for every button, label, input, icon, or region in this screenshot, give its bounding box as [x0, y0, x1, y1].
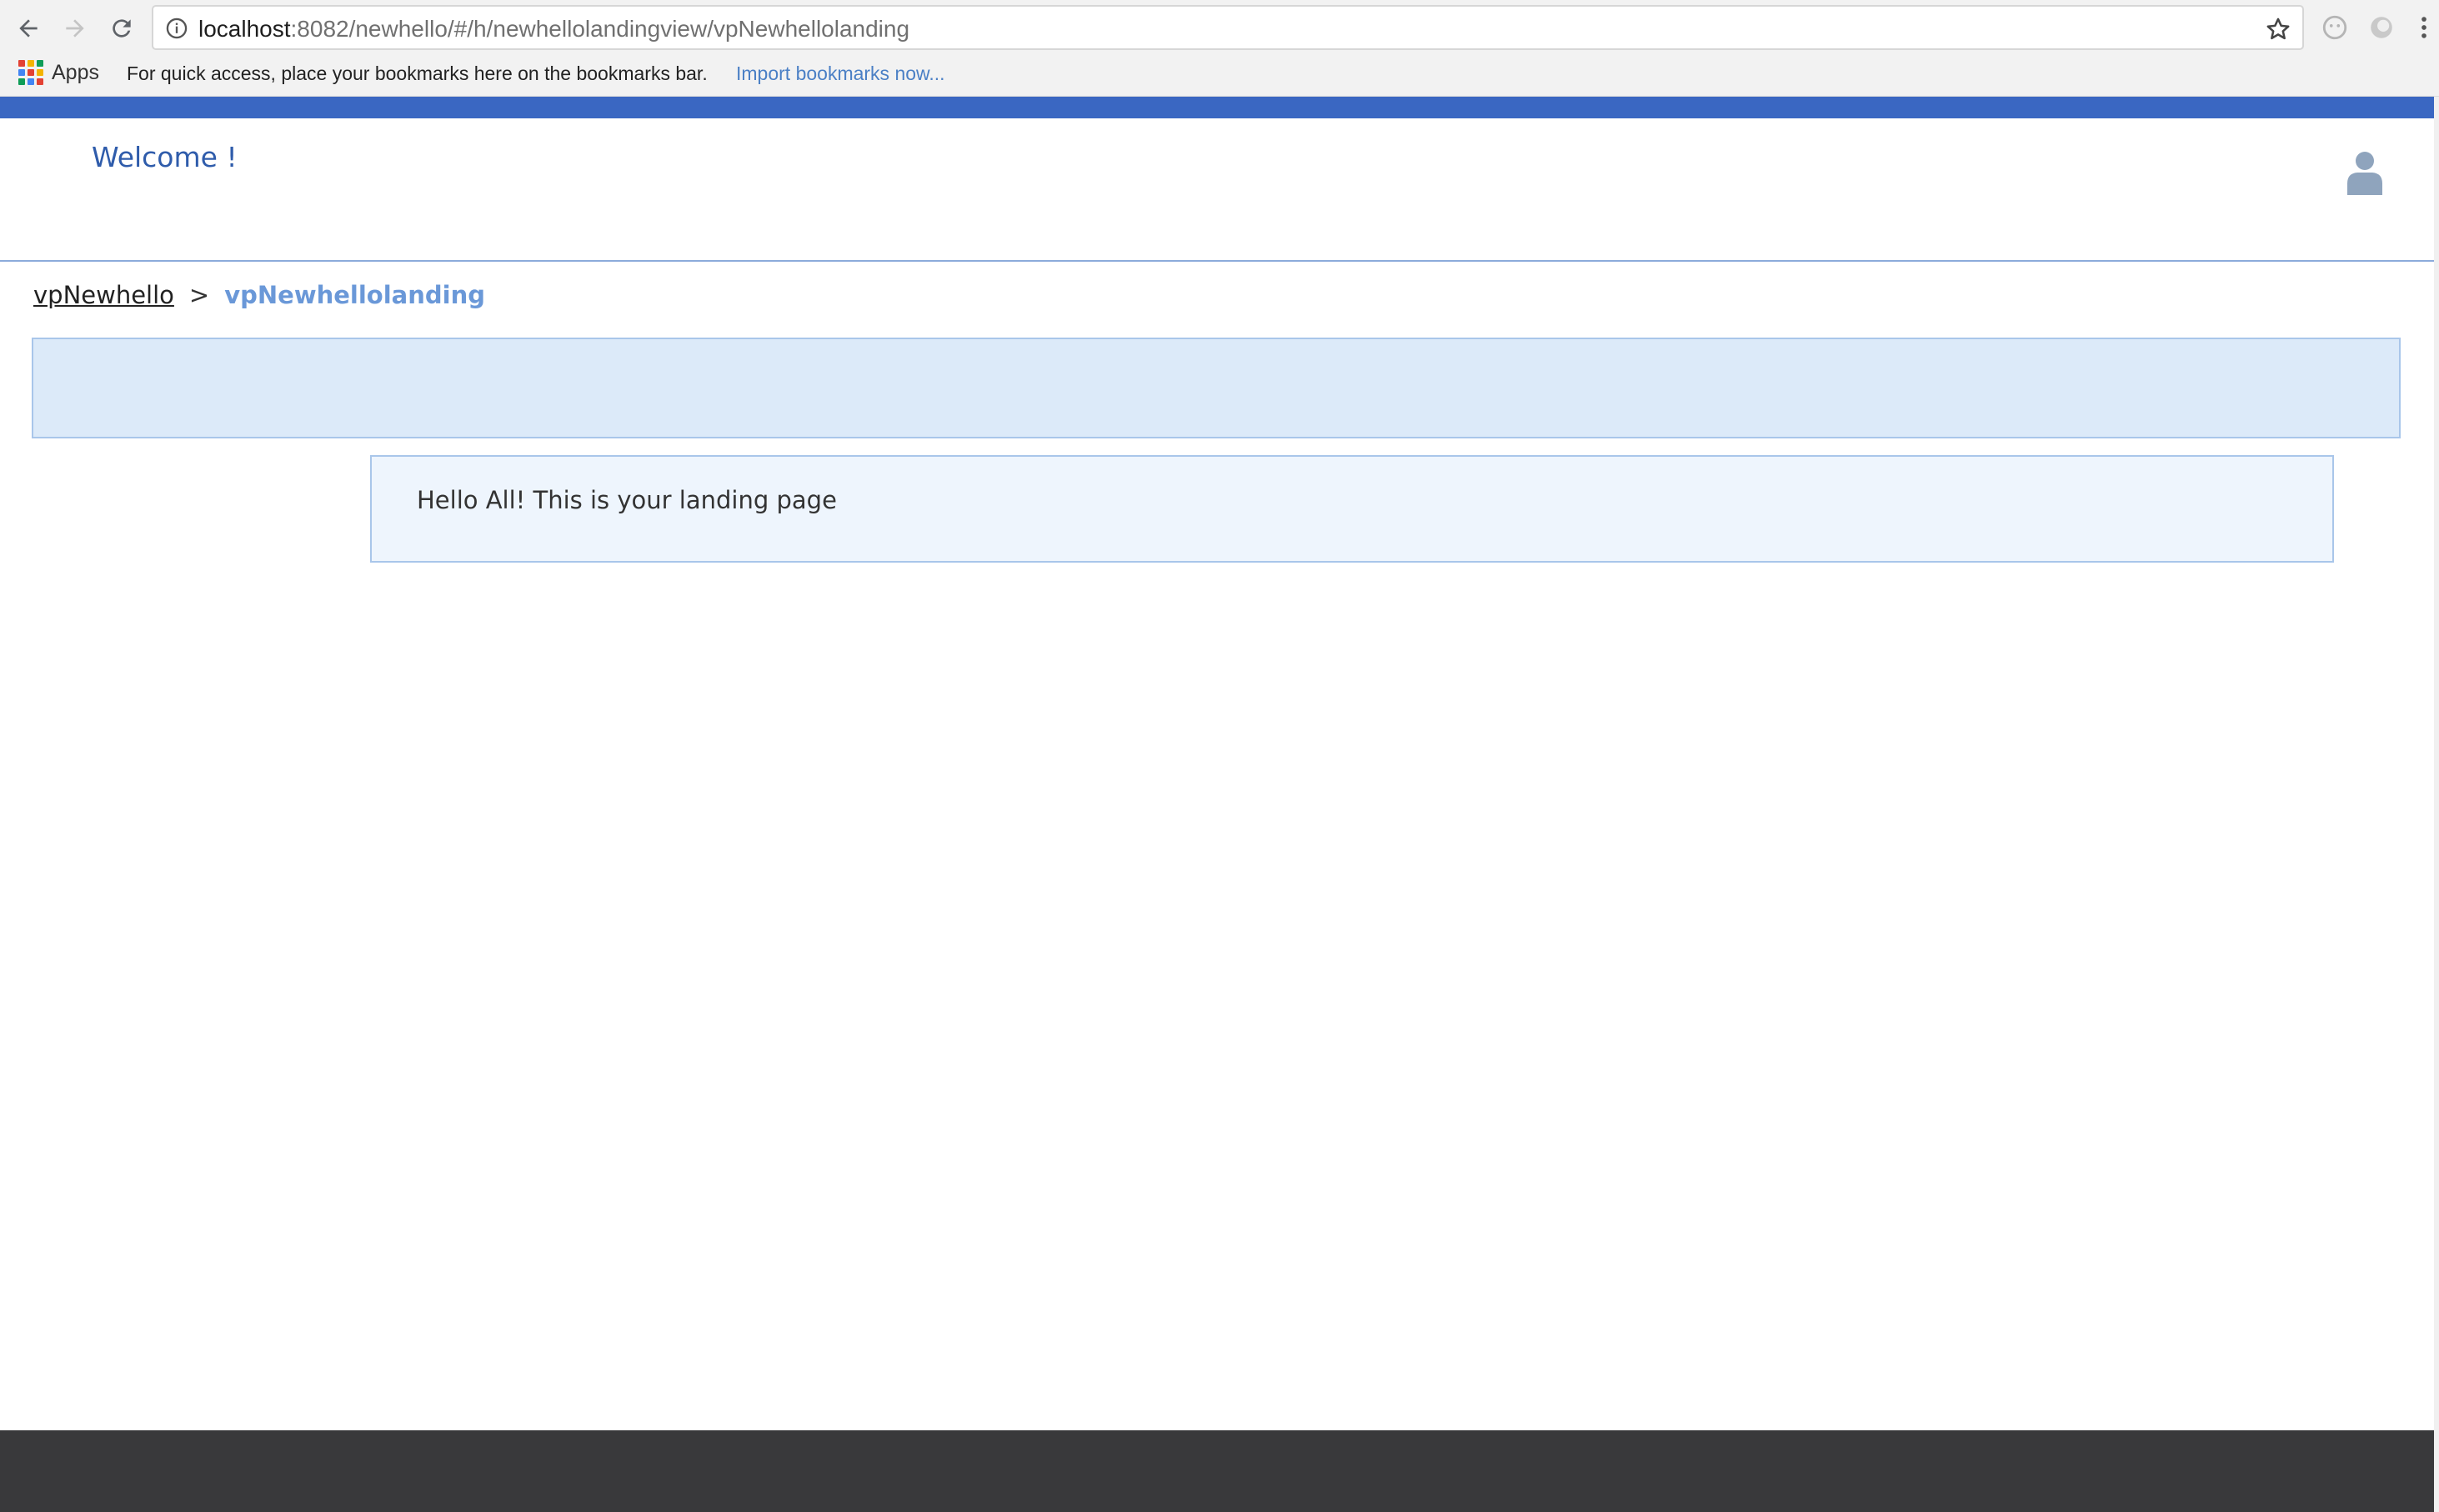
menu-kebab-icon[interactable] — [2416, 13, 2432, 42]
app-header: Welcome ! — [0, 118, 2434, 262]
top-accent-stripe — [0, 97, 2434, 118]
address-bar[interactable]: localhost:8082/newhello/#/h/newhelloland… — [152, 5, 2304, 50]
page-right-edge — [2434, 97, 2439, 1512]
breadcrumb-current: vpNewhellolanding — [224, 281, 485, 309]
star-icon[interactable] — [2264, 15, 2292, 43]
url-host: localhost — [198, 16, 291, 42]
breadcrumb: vpNewhello > vpNewhellolanding — [33, 278, 485, 312]
landing-message-panel: Hello All! This is your landing page — [370, 455, 2334, 563]
landing-message: Hello All! This is your landing page — [417, 486, 837, 514]
breadcrumb-separator: > — [188, 281, 210, 309]
url-path: :8082/newhello/#/h/newhellolandingview/v… — [290, 16, 910, 42]
profile-extension-icon[interactable] — [2367, 13, 2396, 42]
user-icon[interactable] — [2346, 150, 2384, 195]
reload-icon[interactable] — [103, 10, 140, 47]
bookmarks-hint: For quick access, place your bookmarks h… — [127, 63, 708, 84]
url-text[interactable]: localhost:8082/newhello/#/h/newhelloland… — [198, 15, 909, 43]
apps-label[interactable]: Apps — [52, 60, 99, 85]
apps-grid-icon[interactable] — [18, 60, 43, 85]
info-icon[interactable] — [165, 17, 188, 40]
info-banner — [32, 338, 2401, 438]
breadcrumb-parent-link[interactable]: vpNewhello — [33, 281, 174, 309]
welcome-title: Welcome ! — [92, 141, 238, 173]
forward-arrow-icon[interactable] — [57, 10, 93, 47]
back-arrow-icon[interactable] — [10, 10, 47, 47]
page-footer — [0, 1430, 2434, 1512]
extension-icon[interactable] — [2321, 13, 2349, 42]
browser-toolbar: localhost:8082/newhello/#/h/newhelloland… — [0, 0, 2439, 55]
import-bookmarks-link[interactable]: Import bookmarks now... — [736, 62, 945, 85]
